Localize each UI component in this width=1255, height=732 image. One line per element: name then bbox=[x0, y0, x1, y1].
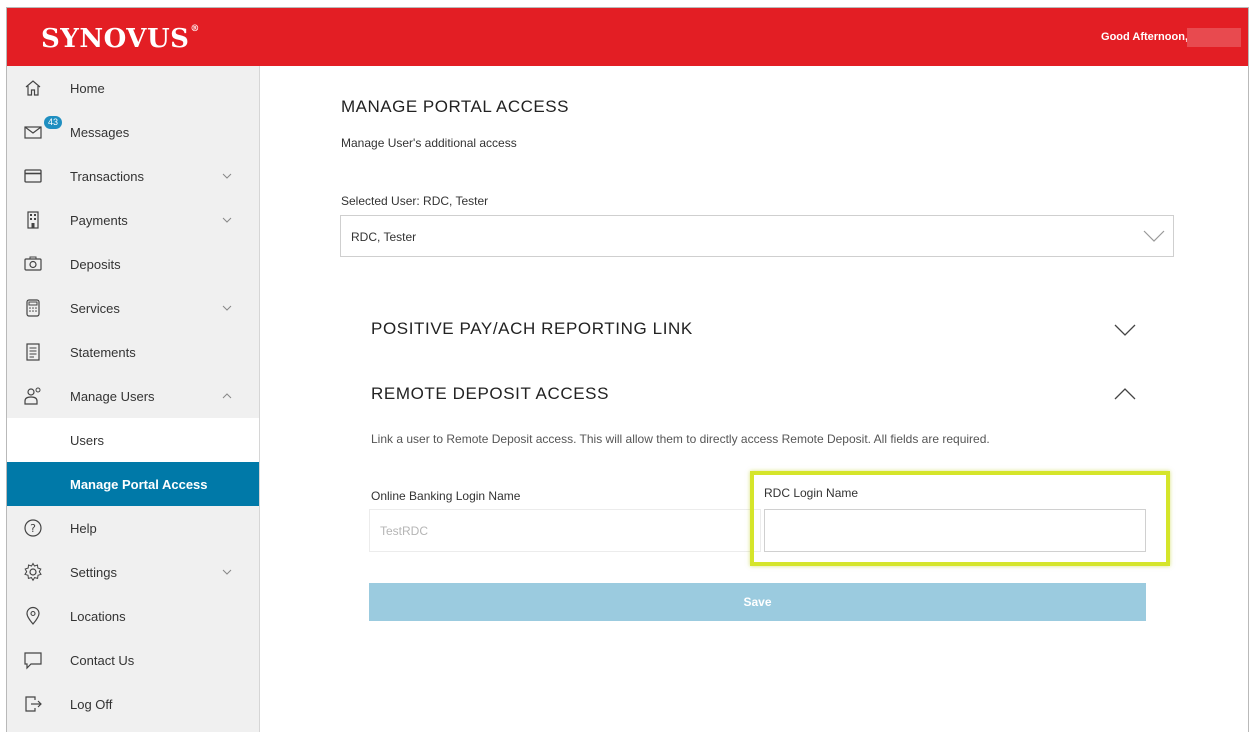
online-login-field: TestRDC bbox=[369, 509, 761, 552]
page-title: MANAGE PORTAL ACCESS bbox=[341, 97, 569, 116]
top-bar: SYNOVUS® Good Afternoon, bbox=[7, 8, 1248, 66]
rdc-login-input[interactable] bbox=[764, 509, 1146, 552]
sidebar-subitem-label: Users bbox=[70, 432, 104, 448]
sidebar-item-label: Help bbox=[70, 520, 97, 536]
question-icon: ? bbox=[21, 517, 45, 539]
sidebar-subitem-manage-portal-access[interactable]: Manage Portal Access bbox=[7, 462, 259, 506]
chevron-down-icon bbox=[222, 173, 232, 179]
users-icon bbox=[21, 385, 45, 407]
sidebar-item-label: Messages bbox=[70, 124, 130, 140]
user-select[interactable]: RDC, Tester bbox=[340, 215, 1174, 257]
sidebar-item-label: Services bbox=[70, 300, 120, 316]
sidebar-item-log-off[interactable]: Log Off bbox=[7, 682, 259, 726]
sidebar-item-label: Home bbox=[70, 80, 105, 96]
camera-icon bbox=[21, 253, 45, 275]
svg-text:?: ? bbox=[30, 522, 36, 535]
message-count-badge: 43 bbox=[44, 116, 63, 129]
remote-deposit-section-header[interactable]: REMOTE DEPOSIT ACCESS bbox=[371, 384, 609, 404]
remote-deposit-description: Link a user to Remote Deposit access. Th… bbox=[371, 432, 990, 446]
sidebar-item-home[interactable]: Home bbox=[7, 66, 259, 110]
chat-icon bbox=[21, 649, 45, 671]
sidebar-item-label: Locations bbox=[70, 608, 126, 624]
sidebar-item-services[interactable]: Services bbox=[7, 286, 259, 330]
sidebar-item-statements[interactable]: Statements bbox=[7, 330, 259, 374]
chevron-down-icon bbox=[222, 569, 232, 575]
logo-text: SYNOVUS bbox=[41, 24, 190, 54]
synovus-logo[interactable]: SYNOVUS® bbox=[41, 20, 200, 54]
chevron-up-icon[interactable] bbox=[1114, 386, 1136, 402]
sidebar-subitem-users[interactable]: Users bbox=[7, 418, 259, 462]
sidebar-item-payments[interactable]: Payments bbox=[7, 198, 259, 242]
chevron-up-icon bbox=[222, 393, 232, 399]
selected-user-label: Selected User: RDC, Tester bbox=[341, 194, 489, 208]
main-content: MANAGE PORTAL ACCESS Manage User's addit… bbox=[261, 66, 1248, 732]
document-icon bbox=[21, 341, 45, 363]
user-select-value: RDC, Tester bbox=[351, 230, 417, 244]
sidebar-item-help[interactable]: ? Help bbox=[7, 506, 259, 550]
user-name-redacted bbox=[1187, 28, 1241, 47]
map-pin-icon bbox=[21, 605, 45, 627]
sidebar-item-label: Deposits bbox=[70, 256, 121, 272]
online-login-label: Online Banking Login Name bbox=[371, 489, 521, 503]
credit-card-icon bbox=[21, 165, 45, 187]
positive-pay-section-header[interactable]: POSITIVE PAY/ACH REPORTING LINK bbox=[371, 319, 693, 339]
sidebar-item-label: Log Off bbox=[70, 696, 113, 712]
sidebar-item-settings[interactable]: Settings bbox=[7, 550, 259, 594]
envelope-icon: 43 bbox=[21, 116, 63, 143]
page-subtitle: Manage User's additional access bbox=[341, 136, 517, 150]
sidebar-item-label: Settings bbox=[70, 564, 117, 580]
logout-icon bbox=[21, 693, 45, 715]
sidebar: Home 43 Messages Transactions Payments D… bbox=[7, 66, 260, 732]
registered-mark: ® bbox=[190, 24, 200, 34]
sidebar-subitem-label: Manage Portal Access bbox=[70, 476, 208, 492]
sidebar-item-deposits[interactable]: Deposits bbox=[7, 242, 259, 286]
sidebar-item-label: Payments bbox=[70, 212, 128, 228]
chevron-down-icon bbox=[1143, 230, 1165, 242]
rdc-login-label: RDC Login Name bbox=[764, 486, 859, 500]
home-icon bbox=[21, 77, 45, 99]
sidebar-item-manage-users[interactable]: Manage Users bbox=[7, 374, 259, 418]
sidebar-item-label: Transactions bbox=[70, 168, 144, 184]
greeting-text: Good Afternoon, bbox=[1101, 31, 1188, 43]
save-button[interactable]: Save bbox=[369, 583, 1146, 621]
sidebar-item-label: Statements bbox=[70, 344, 136, 360]
building-icon bbox=[21, 209, 45, 231]
gear-icon bbox=[21, 561, 45, 583]
calculator-icon bbox=[21, 297, 45, 319]
chevron-down-icon[interactable] bbox=[1114, 322, 1136, 338]
app-frame: SYNOVUS® Good Afternoon, Home 43 Message… bbox=[6, 7, 1249, 732]
sidebar-item-messages[interactable]: 43 Messages bbox=[7, 110, 259, 154]
sidebar-item-contact-us[interactable]: Contact Us bbox=[7, 638, 259, 682]
sidebar-item-label: Contact Us bbox=[70, 652, 135, 668]
chevron-down-icon bbox=[222, 305, 232, 311]
sidebar-item-label: Manage Users bbox=[70, 388, 155, 404]
sidebar-item-transactions[interactable]: Transactions bbox=[7, 154, 259, 198]
chevron-down-icon bbox=[222, 217, 232, 223]
sidebar-item-locations[interactable]: Locations bbox=[7, 594, 259, 638]
